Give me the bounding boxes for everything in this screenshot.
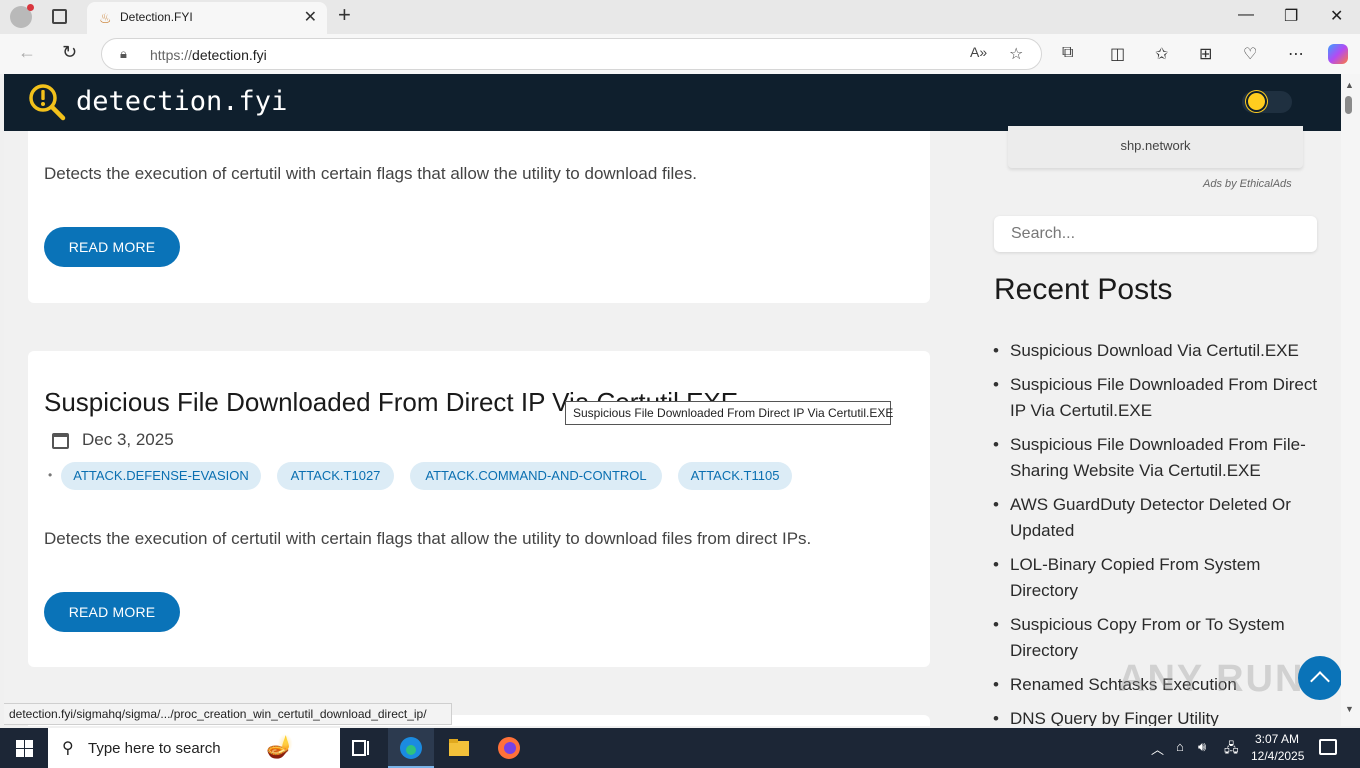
post-date: Dec 3, 2025	[82, 430, 174, 449]
more-menu-icon[interactable]: ⋯	[1288, 44, 1304, 64]
address-bar[interactable]: 🔒︎ https://detection.fyi A» ☆	[101, 38, 1042, 70]
restore-icon[interactable]: ❐	[1284, 6, 1298, 26]
split-screen-icon[interactable]: ◫	[1110, 44, 1125, 64]
tag-t1105[interactable]: ATTACK.T1105	[678, 462, 792, 490]
recent-posts-heading: Recent Posts	[994, 273, 1173, 306]
tray-chevron-icon[interactable]: ︿	[1151, 739, 1164, 758]
firefox-icon[interactable]	[497, 736, 521, 760]
network-device-icon[interactable]: ⌂	[1176, 739, 1184, 754]
browser-tab-strip: ♨ Detection.FYI ✕ + — ❐ ✕	[0, 0, 1360, 34]
clock-time: 3:07 AM	[1254, 732, 1300, 746]
browser-essentials-icon[interactable]: ♡	[1243, 44, 1257, 64]
tag-defense-evasion[interactable]: ATTACK.DEFENSE-EVASION	[61, 462, 261, 490]
site-favicon-icon: ♨	[99, 10, 112, 26]
volume-icon[interactable]: 🔊︎	[1198, 739, 1206, 755]
tab-title: Detection.FYI	[120, 10, 193, 24]
magnifier-logo-icon[interactable]	[28, 83, 66, 121]
refresh-icon[interactable]: ↻	[62, 42, 77, 63]
favorite-star-icon[interactable]: ☆	[1009, 44, 1023, 64]
scroll-up-icon[interactable]: ▲	[1345, 80, 1354, 90]
network-icon[interactable]: 🖧	[1224, 739, 1239, 761]
browser-toolbar: ← ↻ 🔒︎ https://detection.fyi A» ☆ ⧉ ◫ ✩ …	[0, 34, 1360, 74]
page-viewport: Detects the execution of certutil with c…	[4, 74, 1341, 726]
ad-box[interactable]: shp.network	[1008, 126, 1303, 168]
edge-icon	[400, 737, 422, 759]
recent-post-link[interactable]: Suspicious File Downloaded From File-Sha…	[993, 432, 1324, 484]
ads-by-link[interactable]: Ads by EthicalAds	[1203, 178, 1292, 190]
theme-toggle[interactable]	[1242, 91, 1292, 113]
address-url: https://detection.fyi	[150, 47, 267, 63]
search-highlight-icon: 🪔	[266, 734, 294, 759]
windows-start-icon[interactable]	[16, 740, 33, 757]
page-scrollbar[interactable]: ▲ ▼	[1341, 74, 1360, 726]
profile-icon[interactable]	[10, 4, 34, 28]
recent-post-link[interactable]: LOL-Binary Copied From System Directory	[993, 552, 1324, 604]
browser-tab[interactable]: ♨ Detection.FYI ✕	[87, 2, 327, 34]
read-more-button[interactable]: READ MORE	[44, 592, 180, 632]
site-logo-text[interactable]: detection.fyi	[76, 86, 287, 117]
read-aloud-icon[interactable]: A»	[970, 44, 987, 60]
post-description: Detects the execution of certutil with c…	[44, 529, 812, 548]
close-tab-icon[interactable]: ✕	[304, 7, 317, 27]
recent-post-link[interactable]: Suspicious Copy From or To System Direct…	[993, 612, 1324, 664]
collections-icon[interactable]: ⊞	[1199, 44, 1212, 64]
read-more-button[interactable]: READ MORE	[44, 227, 180, 267]
taskbar-search-placeholder: Type here to search	[88, 740, 221, 757]
sun-icon	[1248, 93, 1265, 110]
back-icon[interactable]: ←	[18, 42, 36, 63]
search-input[interactable]: Search...	[994, 216, 1317, 252]
close-window-icon[interactable]: ✕	[1330, 6, 1343, 26]
tag-command-and-control[interactable]: ATTACK.COMMAND-AND-CONTROL	[410, 462, 662, 490]
post-card-previous: Detects the execution of certutil with c…	[28, 114, 930, 303]
notifications-icon[interactable]	[1319, 739, 1337, 755]
taskbar: ⚲ Type here to search 🪔 ︿ ⌂ 🔊︎ 🖧 3:07 AM…	[0, 728, 1360, 768]
link-status-url: detection.fyi/sigmahq/sigma/.../proc_cre…	[4, 703, 452, 725]
taskbar-search[interactable]: ⚲ Type here to search 🪔	[48, 728, 340, 768]
minimize-icon[interactable]: —	[1238, 6, 1254, 24]
extensions-icon[interactable]: ⧉	[1062, 44, 1073, 62]
scrollbar-thumb[interactable]	[1345, 96, 1352, 114]
new-tab-icon[interactable]: +	[338, 2, 351, 28]
title-tooltip: Suspicious File Downloaded From Direct I…	[565, 401, 893, 425]
tag-t1027[interactable]: ATTACK.T1027	[277, 462, 394, 490]
taskbar-clock[interactable]: 3:07 AM 12/4/2025	[1251, 731, 1305, 765]
tag-separator: •	[48, 468, 53, 482]
scroll-down-icon[interactable]: ▼	[1345, 704, 1354, 714]
edge-taskbar-item[interactable]	[388, 728, 434, 768]
recent-post-link[interactable]: DNS Query by Finger Utility	[993, 706, 1324, 726]
task-view-icon[interactable]	[350, 736, 374, 760]
favorites-icon[interactable]: ✩	[1155, 44, 1168, 64]
back-to-top-button[interactable]	[1298, 656, 1341, 700]
post-card: Suspicious File Downloaded From Direct I…	[28, 351, 930, 667]
search-icon: ⚲	[62, 740, 74, 757]
tab-actions-icon[interactable]	[52, 9, 67, 24]
recent-post-link[interactable]: Suspicious File Downloaded From Direct I…	[993, 372, 1324, 424]
file-explorer-icon[interactable]	[447, 736, 471, 760]
ad-site: shp.network	[1120, 138, 1191, 153]
calendar-icon	[52, 433, 69, 449]
recent-post-link[interactable]: Suspicious Download Via Certutil.EXE	[993, 338, 1324, 364]
site-header: detection.fyi	[4, 74, 1341, 131]
clock-date: 12/4/2025	[1251, 749, 1305, 763]
recent-post-link[interactable]: AWS GuardDuty Detector Deleted Or Update…	[993, 492, 1324, 544]
site-info-icon[interactable]: 🔒︎	[120, 46, 127, 62]
copilot-icon[interactable]	[1328, 44, 1348, 64]
post-description: Detects the execution of certutil with c…	[44, 164, 697, 183]
search-placeholder: Search...	[1011, 225, 1076, 242]
anyrun-watermark: ANY RUN	[1118, 658, 1305, 700]
